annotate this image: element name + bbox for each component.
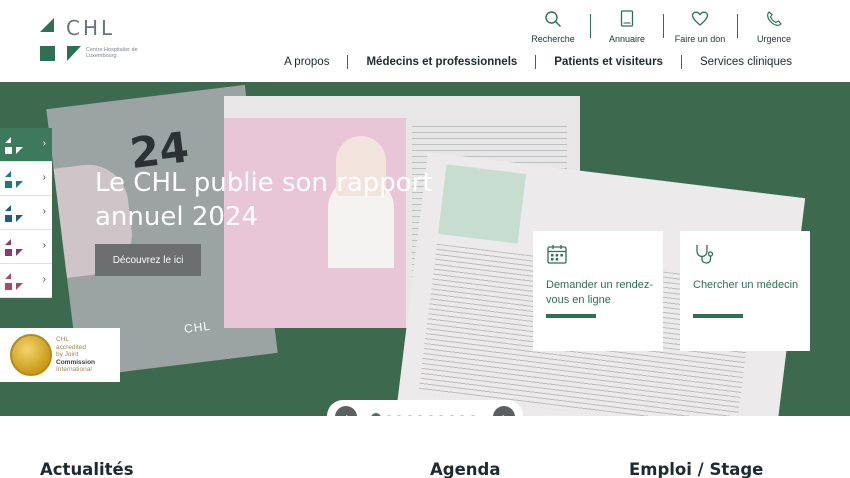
jci-line: accredited [56,343,86,351]
side-tab-1[interactable]: › [0,128,52,162]
phone-book-icon [620,8,634,30]
side-tab-5[interactable]: › [0,264,52,298]
chevron-right-icon: › [42,172,46,183]
search-icon [544,8,562,30]
carousel-dot[interactable] [417,415,423,416]
util-donation-label: Faire un don [674,34,726,44]
stethoscope-icon [693,243,715,270]
side-tab-3[interactable]: › [0,196,52,230]
logo-mark-icon [5,137,23,154]
chevron-right-icon: › [42,240,46,251]
carousel-prev-button[interactable]: ‹ [335,406,357,416]
chevron-right-icon: › [42,274,46,285]
util-annuaire-label: Annuaire [608,34,646,44]
carousel-dot[interactable] [427,415,434,416]
nav-patients[interactable]: Patients et visiteurs [536,56,681,68]
jci-line: CHL [56,336,70,343]
jci-line: International [56,366,92,373]
util-donation[interactable]: Faire un don [669,8,731,44]
quick-appointment-card[interactable]: Demander un rendez-vous en ligne [533,231,663,351]
phone-icon [765,8,783,30]
section-title-jobs: Emploi / Stage [629,460,764,478]
carousel-dot[interactable] [371,413,381,416]
heart-icon [691,8,709,30]
carousel-dot[interactable] [385,415,392,416]
util-separator [590,14,591,38]
quick-appointment-label: Demander un rendez-vous en ligne [546,279,654,306]
util-emergency[interactable]: Urgence [743,8,805,44]
carousel-dot[interactable] [459,415,465,416]
jci-text: CHL accredited by Joint Commission Inter… [56,336,116,374]
logo-wordmark: CHL [66,16,116,40]
chevron-right-icon: › [42,206,46,217]
carousel-dot[interactable] [396,415,402,416]
logo-subtitle: Centre Hospitalier de Luxembourg [86,47,138,59]
main-nav: A propos Médecins et professionnels Pati… [266,55,792,69]
logo-mark-icon [5,171,23,188]
chl-logo[interactable]: CHL Centre Hospitalier de Luxembourg [38,16,148,64]
side-tabs: › › › › › [0,128,52,298]
carousel-next-button[interactable]: › [493,406,515,416]
quick-find-doctor-label: Chercher un médecin [693,279,799,291]
jci-accreditation-badge[interactable]: CHL accredited by Joint Commission Inter… [0,328,120,382]
quick-find-doctor-card[interactable]: Chercher un médecin [680,231,810,351]
util-separator [663,14,664,38]
carousel-dot[interactable] [469,415,476,416]
jci-seal-icon [10,334,52,376]
page: CHL Centre Hospitalier de Luxembourg Rec… [0,0,850,478]
util-annuaire[interactable]: Annuaire [596,8,658,44]
chevron-right-icon: › [42,138,46,149]
util-separator [737,14,738,38]
logo-mark-icon [5,239,23,256]
logo-mark-icon [5,273,23,290]
util-search-label: Recherche [531,34,575,44]
side-tab-4[interactable]: › [0,230,52,264]
jci-line: by Joint [56,351,79,358]
nav-about[interactable]: A propos [266,56,347,68]
section-title-news: Actualités [40,460,134,478]
hero-title: Le CHL publie son rapport annuel 2024 [95,168,433,232]
section-title-agenda: Agenda [430,460,501,478]
util-emergency-label: Urgence [756,34,792,44]
logo-mark-icon [5,205,23,222]
side-tab-2[interactable]: › [0,162,52,196]
carousel-pager: ‹ › [327,400,523,416]
nav-professionals[interactable]: Médecins et professionnels [348,56,535,68]
carousel-dot[interactable] [448,415,455,416]
chevron-right-icon: › [502,410,506,416]
calendar-icon [546,243,568,270]
quick-card-accent [693,314,743,318]
report-logo: CHL [183,318,212,336]
carousel-dots [371,413,476,416]
quick-card-accent [546,314,596,318]
carousel-dot[interactable] [438,415,444,416]
site-header: CHL Centre Hospitalier de Luxembourg Rec… [0,0,850,82]
nav-clinical-services[interactable]: Services cliniques [682,56,792,68]
hero-discover-button[interactable]: Découvrez le ici [95,244,201,276]
carousel-dot[interactable] [406,415,413,416]
hero-carousel: 24 CHL Le CHL publie son rapport annuel … [0,82,850,416]
jci-line: Commission [56,358,96,366]
util-search[interactable]: Recherche [522,8,584,44]
chevron-left-icon: ‹ [344,410,348,416]
